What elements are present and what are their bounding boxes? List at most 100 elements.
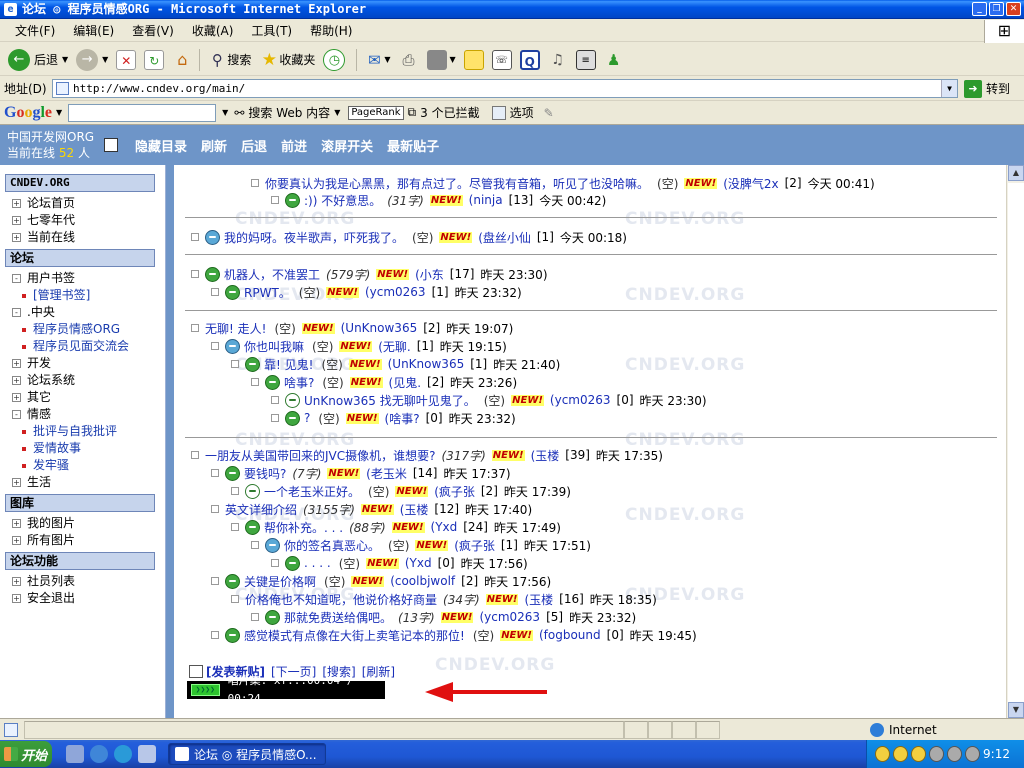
pagerank-indicator[interactable]: PageRank (348, 105, 404, 120)
google-options-button[interactable]: 选项 (510, 104, 534, 121)
post-title-link[interactable]: 我的妈呀。夜半歌声，吓死我了。 (224, 229, 404, 246)
expand-icon[interactable]: + (12, 594, 21, 603)
nav-hide-directory[interactable]: 隐藏目录 (135, 136, 187, 155)
sidebar-subitem[interactable]: 批评与自我批评 (0, 423, 165, 440)
post-title-link[interactable]: . . . . (304, 556, 331, 570)
popup-blocked-count[interactable]: 3 个已拦截 (420, 104, 479, 121)
post-toggle-icon[interactable] (191, 451, 199, 459)
post-author[interactable]: (没脾气2x (723, 175, 778, 192)
post-title-link[interactable]: 关键是价格啊 (244, 573, 316, 590)
google-search-web-button[interactable]: 搜索 Web 内容 (248, 104, 330, 121)
edit-button[interactable]: ▼ (423, 46, 460, 74)
search-web-dropdown-icon[interactable]: ▼ (334, 108, 340, 117)
sidebar-divider[interactable] (166, 165, 174, 718)
forward-dropdown-icon[interactable]: ▼ (102, 55, 108, 64)
pencil-icon[interactable]: ✎ (544, 106, 554, 120)
post-title-link[interactable]: 靠! 见鬼! (264, 356, 313, 373)
post-title-link[interactable]: 机器人，不准罢工 (224, 266, 320, 283)
post-author[interactable]: (老玉米 (366, 465, 407, 482)
expand-icon[interactable]: + (12, 376, 21, 385)
sidebar-item[interactable]: - .中央 (0, 304, 165, 321)
post-author[interactable]: (盘丝小仙 (478, 229, 531, 246)
google-menu-dropdown-icon[interactable]: ▼ (56, 108, 62, 117)
refresh-button[interactable]: ↻ (140, 46, 168, 74)
maximize-button[interactable]: ❐ (989, 2, 1004, 16)
media-button[interactable]: ♫ (544, 46, 572, 74)
network-icon[interactable] (929, 746, 944, 762)
expand-icon[interactable]: + (12, 199, 21, 208)
post-title-link[interactable]: 感觉模式有点像在大街上卖笔记本的那位! (244, 627, 465, 644)
post-author[interactable]: (无聊. (378, 338, 411, 355)
address-input[interactable]: http://www.cndev.org/main/ ▼ (52, 79, 958, 98)
search-button[interactable]: ⚲ 搜索 (203, 46, 255, 74)
post-title-link[interactable]: 英文详细介绍 (225, 501, 297, 518)
post-author[interactable]: (Yxd (431, 520, 458, 534)
qq-icon[interactable] (893, 746, 908, 762)
post-toggle-icon[interactable] (271, 559, 279, 567)
post-title-link[interactable]: :)) 不好意思。 (304, 192, 381, 209)
minimize-button[interactable]: _ (972, 2, 987, 16)
window-icon[interactable] (138, 745, 156, 763)
google-search-dropdown-icon[interactable]: ▼ (222, 108, 228, 117)
sidebar-subitem[interactable]: 程序员情感ORG (0, 321, 165, 338)
post-title-link[interactable]: 你的签名真恶心。 (284, 537, 380, 554)
post-title-link[interactable]: 一个老玉米正好。 (264, 483, 360, 500)
menu-favorites[interactable]: 收藏(A) (183, 21, 243, 41)
desktop-icon[interactable] (66, 745, 84, 763)
post-toggle-icon[interactable] (211, 342, 219, 350)
post-toggle-icon[interactable] (231, 487, 239, 495)
expand-icon[interactable]: + (12, 233, 21, 242)
post-author[interactable]: (玉楼 (531, 447, 560, 464)
history-button[interactable]: ◷ (319, 46, 353, 74)
menu-help[interactable]: 帮助(H) (301, 21, 361, 41)
collapse-icon[interactable]: - (12, 410, 21, 419)
taskbar-task-ie[interactable]: 论坛 ◎ 程序员情感O... (168, 743, 326, 765)
go-button[interactable]: ➜ 转到 (964, 79, 1010, 98)
post-toggle-icon[interactable] (211, 288, 219, 296)
post-title-link[interactable]: 帮你补充。. . . (264, 519, 343, 536)
post-author[interactable]: (UnKnow365 (341, 321, 418, 335)
sidebar-item[interactable]: + 所有图片 (0, 532, 165, 549)
mail-button[interactable]: ✉ ▼ (360, 46, 394, 74)
sidebar-subitem[interactable]: 程序员见面交流会 (0, 338, 165, 355)
research-button[interactable]: Q (516, 46, 544, 74)
post-title-link[interactable]: 啥事? (284, 374, 314, 391)
sidebar-item[interactable]: + 安全退出 (0, 590, 165, 607)
messenger-button[interactable]: ☏ (488, 46, 516, 74)
post-author[interactable]: (见鬼. (389, 374, 422, 391)
post-author[interactable]: (ninja (469, 193, 503, 207)
start-button[interactable]: 开始 (0, 741, 52, 767)
google-search-input[interactable] (68, 103, 217, 122)
back-dropdown-icon[interactable]: ▼ (62, 55, 68, 64)
sidebar-item[interactable]: + 论坛首页 (0, 195, 165, 212)
post-toggle-icon[interactable] (271, 414, 279, 422)
menu-tools[interactable]: 工具(T) (242, 21, 301, 41)
expand-icon[interactable]: + (12, 216, 21, 225)
tray-app-icon[interactable] (947, 746, 962, 762)
post-toggle-icon[interactable] (231, 523, 239, 531)
post-title-link[interactable]: UnKnow365 找无聊叶见鬼了。 (304, 392, 476, 409)
sidebar-subitem[interactable]: 爱情故事 (0, 440, 165, 457)
contacts-button[interactable]: ♟ (600, 46, 628, 74)
music-player[interactable]: ❯❯❯❯ 唱片集: xf...00:04 / 00:24 (187, 674, 385, 705)
expand-icon[interactable]: + (12, 536, 21, 545)
post-author[interactable]: (ycm0263 (365, 285, 426, 299)
nav-forward[interactable]: 前进 (281, 136, 307, 155)
sidebar-item[interactable]: - 情感 (0, 406, 165, 423)
post-toggle-icon[interactable] (211, 469, 219, 477)
vertical-scrollbar[interactable]: ▲ ▼ (1006, 165, 1024, 718)
post-author[interactable]: (玉楼 (400, 501, 429, 518)
post-toggle-icon[interactable] (231, 595, 239, 603)
nav-back[interactable]: 后退 (241, 136, 267, 155)
collapse-icon[interactable]: - (12, 274, 21, 283)
sidebar-subitem[interactable]: [管理书签] (0, 287, 165, 304)
sidebar-item[interactable]: + 我的图片 (0, 515, 165, 532)
forward-button[interactable]: → ▼ (72, 46, 112, 74)
close-button[interactable]: ✕ (1006, 2, 1021, 16)
nav-latest-posts[interactable]: 最新贴子 (387, 136, 439, 155)
post-title-link[interactable]: 价格俺也不知道呢，他说价格好商量 (245, 591, 437, 608)
sidebar-item[interactable]: + 开发 (0, 355, 165, 372)
sidebar-item[interactable]: + 其它 (0, 389, 165, 406)
post-title-link[interactable]: 你要真认为我是心黑黑，那有点过了。尽管我有音箱，听见了也没哈嘛。 (265, 175, 649, 192)
sidebar-item[interactable]: + 当前在线 (0, 229, 165, 246)
